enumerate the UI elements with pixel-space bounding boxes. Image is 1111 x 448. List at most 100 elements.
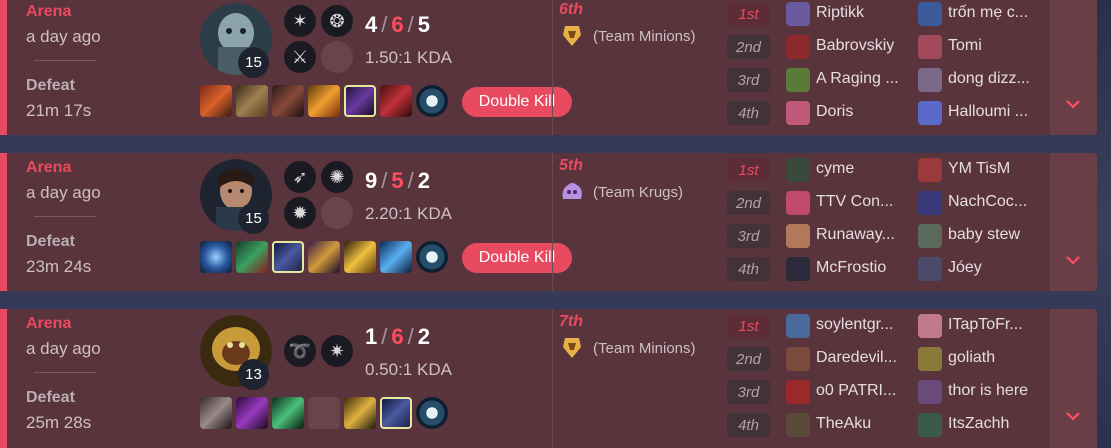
kills: 1: [365, 324, 378, 349]
player-avatar[interactable]: [918, 191, 942, 215]
player-name[interactable]: baby stew: [948, 226, 1058, 244]
rank-label: 1st: [727, 158, 770, 182]
match-card-1[interactable]: Arena a day ago Defeat 21m 17s 15 ✶ ❂ ⚔ …: [0, 0, 1097, 135]
player-name[interactable]: NachCoc...: [948, 193, 1058, 211]
assists: 2: [417, 168, 430, 193]
expand-match-button[interactable]: [1050, 153, 1097, 291]
item-icon[interactable]: [200, 85, 232, 117]
player-avatar[interactable]: [918, 158, 942, 182]
player-avatar[interactable]: [786, 314, 810, 338]
item-icon[interactable]: [380, 85, 412, 117]
match-duration: 21m 17s: [26, 101, 92, 120]
augment-icon[interactable]: ⚔: [284, 41, 316, 73]
deaths: 6: [391, 324, 404, 349]
item-icon[interactable]: [272, 85, 304, 117]
augment-icon[interactable]: ✶: [284, 5, 316, 37]
player-avatar[interactable]: [786, 35, 810, 59]
champion-level: 15: [238, 47, 269, 78]
expand-match-button[interactable]: [1050, 0, 1097, 135]
item-icon[interactable]: [344, 85, 376, 117]
rank-label: 2nd: [727, 35, 770, 59]
augment-icon[interactable]: ➰: [284, 335, 316, 367]
item-icon[interactable]: [344, 397, 376, 429]
item-icon[interactable]: [272, 397, 304, 429]
kda-separator: /: [381, 168, 388, 193]
item-icon[interactable]: [344, 241, 376, 273]
rank-label: 1st: [727, 314, 770, 338]
kda-separator: /: [381, 12, 388, 37]
player-name[interactable]: thor is here: [948, 382, 1058, 400]
player-name[interactable]: Jóey: [948, 259, 1058, 277]
team-info: (Team Minions): [559, 23, 696, 49]
augment-icon[interactable]: ❂: [321, 5, 353, 37]
chevron-down-icon: [1066, 100, 1080, 109]
player-avatar[interactable]: [786, 68, 810, 92]
ward-trinket-icon[interactable]: [416, 397, 448, 429]
item-icon[interactable]: [236, 241, 268, 273]
time-ago: a day ago: [26, 183, 101, 202]
player-name[interactable]: ITapToFr...: [948, 316, 1058, 334]
player-avatar[interactable]: [786, 224, 810, 248]
chevron-down-icon: [1066, 412, 1080, 421]
player-avatar[interactable]: [786, 380, 810, 404]
player-name[interactable]: Tomi: [948, 37, 1058, 55]
augment-icon[interactable]: ➶: [284, 161, 316, 193]
item-icon[interactable]: [272, 241, 304, 273]
item-icon[interactable]: [308, 85, 340, 117]
player-name[interactable]: goliath: [948, 349, 1058, 367]
team-info: (Team Krugs): [559, 179, 683, 205]
ward-trinket-icon[interactable]: [416, 85, 448, 117]
player-avatar[interactable]: [786, 191, 810, 215]
player-row: 2nd Daredevil... goliath: [727, 346, 1057, 372]
player-row: 3rd A Raging ... dong dizz...: [727, 67, 1057, 93]
augment-icon[interactable]: ✷: [321, 335, 353, 367]
time-ago: a day ago: [26, 339, 101, 358]
ward-trinket-icon[interactable]: [416, 241, 448, 273]
player-name[interactable]: dong dizz...: [948, 70, 1058, 88]
player-avatar[interactable]: [918, 101, 942, 125]
player-row: 1st cyme YM TisM: [727, 157, 1057, 183]
player-name[interactable]: trốn mẹ c...: [948, 4, 1058, 22]
expand-match-button[interactable]: [1050, 309, 1097, 448]
team-name: (Team Minions): [593, 27, 696, 45]
player-avatar[interactable]: [918, 2, 942, 26]
assists: 2: [417, 324, 430, 349]
player-name[interactable]: ItsZachh: [948, 415, 1058, 433]
player-row: 2nd Babrovskiy Tomi: [727, 34, 1057, 60]
augment-icon[interactable]: ✺: [321, 161, 353, 193]
player-avatar[interactable]: [786, 347, 810, 371]
player-avatar[interactable]: [918, 35, 942, 59]
item-icon[interactable]: [236, 397, 268, 429]
player-avatar[interactable]: [786, 413, 810, 437]
player-avatar[interactable]: [918, 413, 942, 437]
item-icon[interactable]: [200, 397, 232, 429]
player-avatar[interactable]: [786, 257, 810, 281]
item-icon[interactable]: [236, 85, 268, 117]
match-duration: 23m 24s: [26, 257, 92, 276]
item-icon[interactable]: [200, 241, 232, 273]
kda-separator: /: [381, 324, 388, 349]
augment-icon[interactable]: ✹: [284, 197, 316, 229]
meta-divider: [34, 216, 96, 217]
game-mode: Arena: [26, 315, 72, 332]
player-avatar[interactable]: [786, 101, 810, 125]
player-avatar[interactable]: [786, 2, 810, 26]
player-avatar[interactable]: [918, 347, 942, 371]
player-avatar[interactable]: [918, 314, 942, 338]
rank-label: 2nd: [727, 191, 770, 215]
player-name[interactable]: YM TisM: [948, 160, 1058, 178]
player-avatar[interactable]: [918, 257, 942, 281]
item-icon[interactable]: [380, 241, 412, 273]
player-avatar[interactable]: [918, 68, 942, 92]
match-card-3[interactable]: Arena a day ago Defeat 25m 28s 13 ➰ ✷ 1/…: [0, 309, 1097, 448]
kda-ratio: 1.50:1 KDA: [365, 48, 452, 67]
item-icon[interactable]: [308, 241, 340, 273]
player-avatar[interactable]: [918, 380, 942, 404]
player-avatar[interactable]: [786, 158, 810, 182]
match-card-2[interactable]: Arena a day ago Defeat 23m 24s 15 ➶ ✺ ✹ …: [0, 153, 1097, 291]
player-name[interactable]: Halloumi ...: [948, 103, 1058, 121]
player-avatar[interactable]: [918, 224, 942, 248]
player-row: 3rd o0 PATRI... thor is here: [727, 379, 1057, 405]
item-icon[interactable]: [380, 397, 412, 429]
multikill-badge: Double Kill: [462, 87, 572, 117]
